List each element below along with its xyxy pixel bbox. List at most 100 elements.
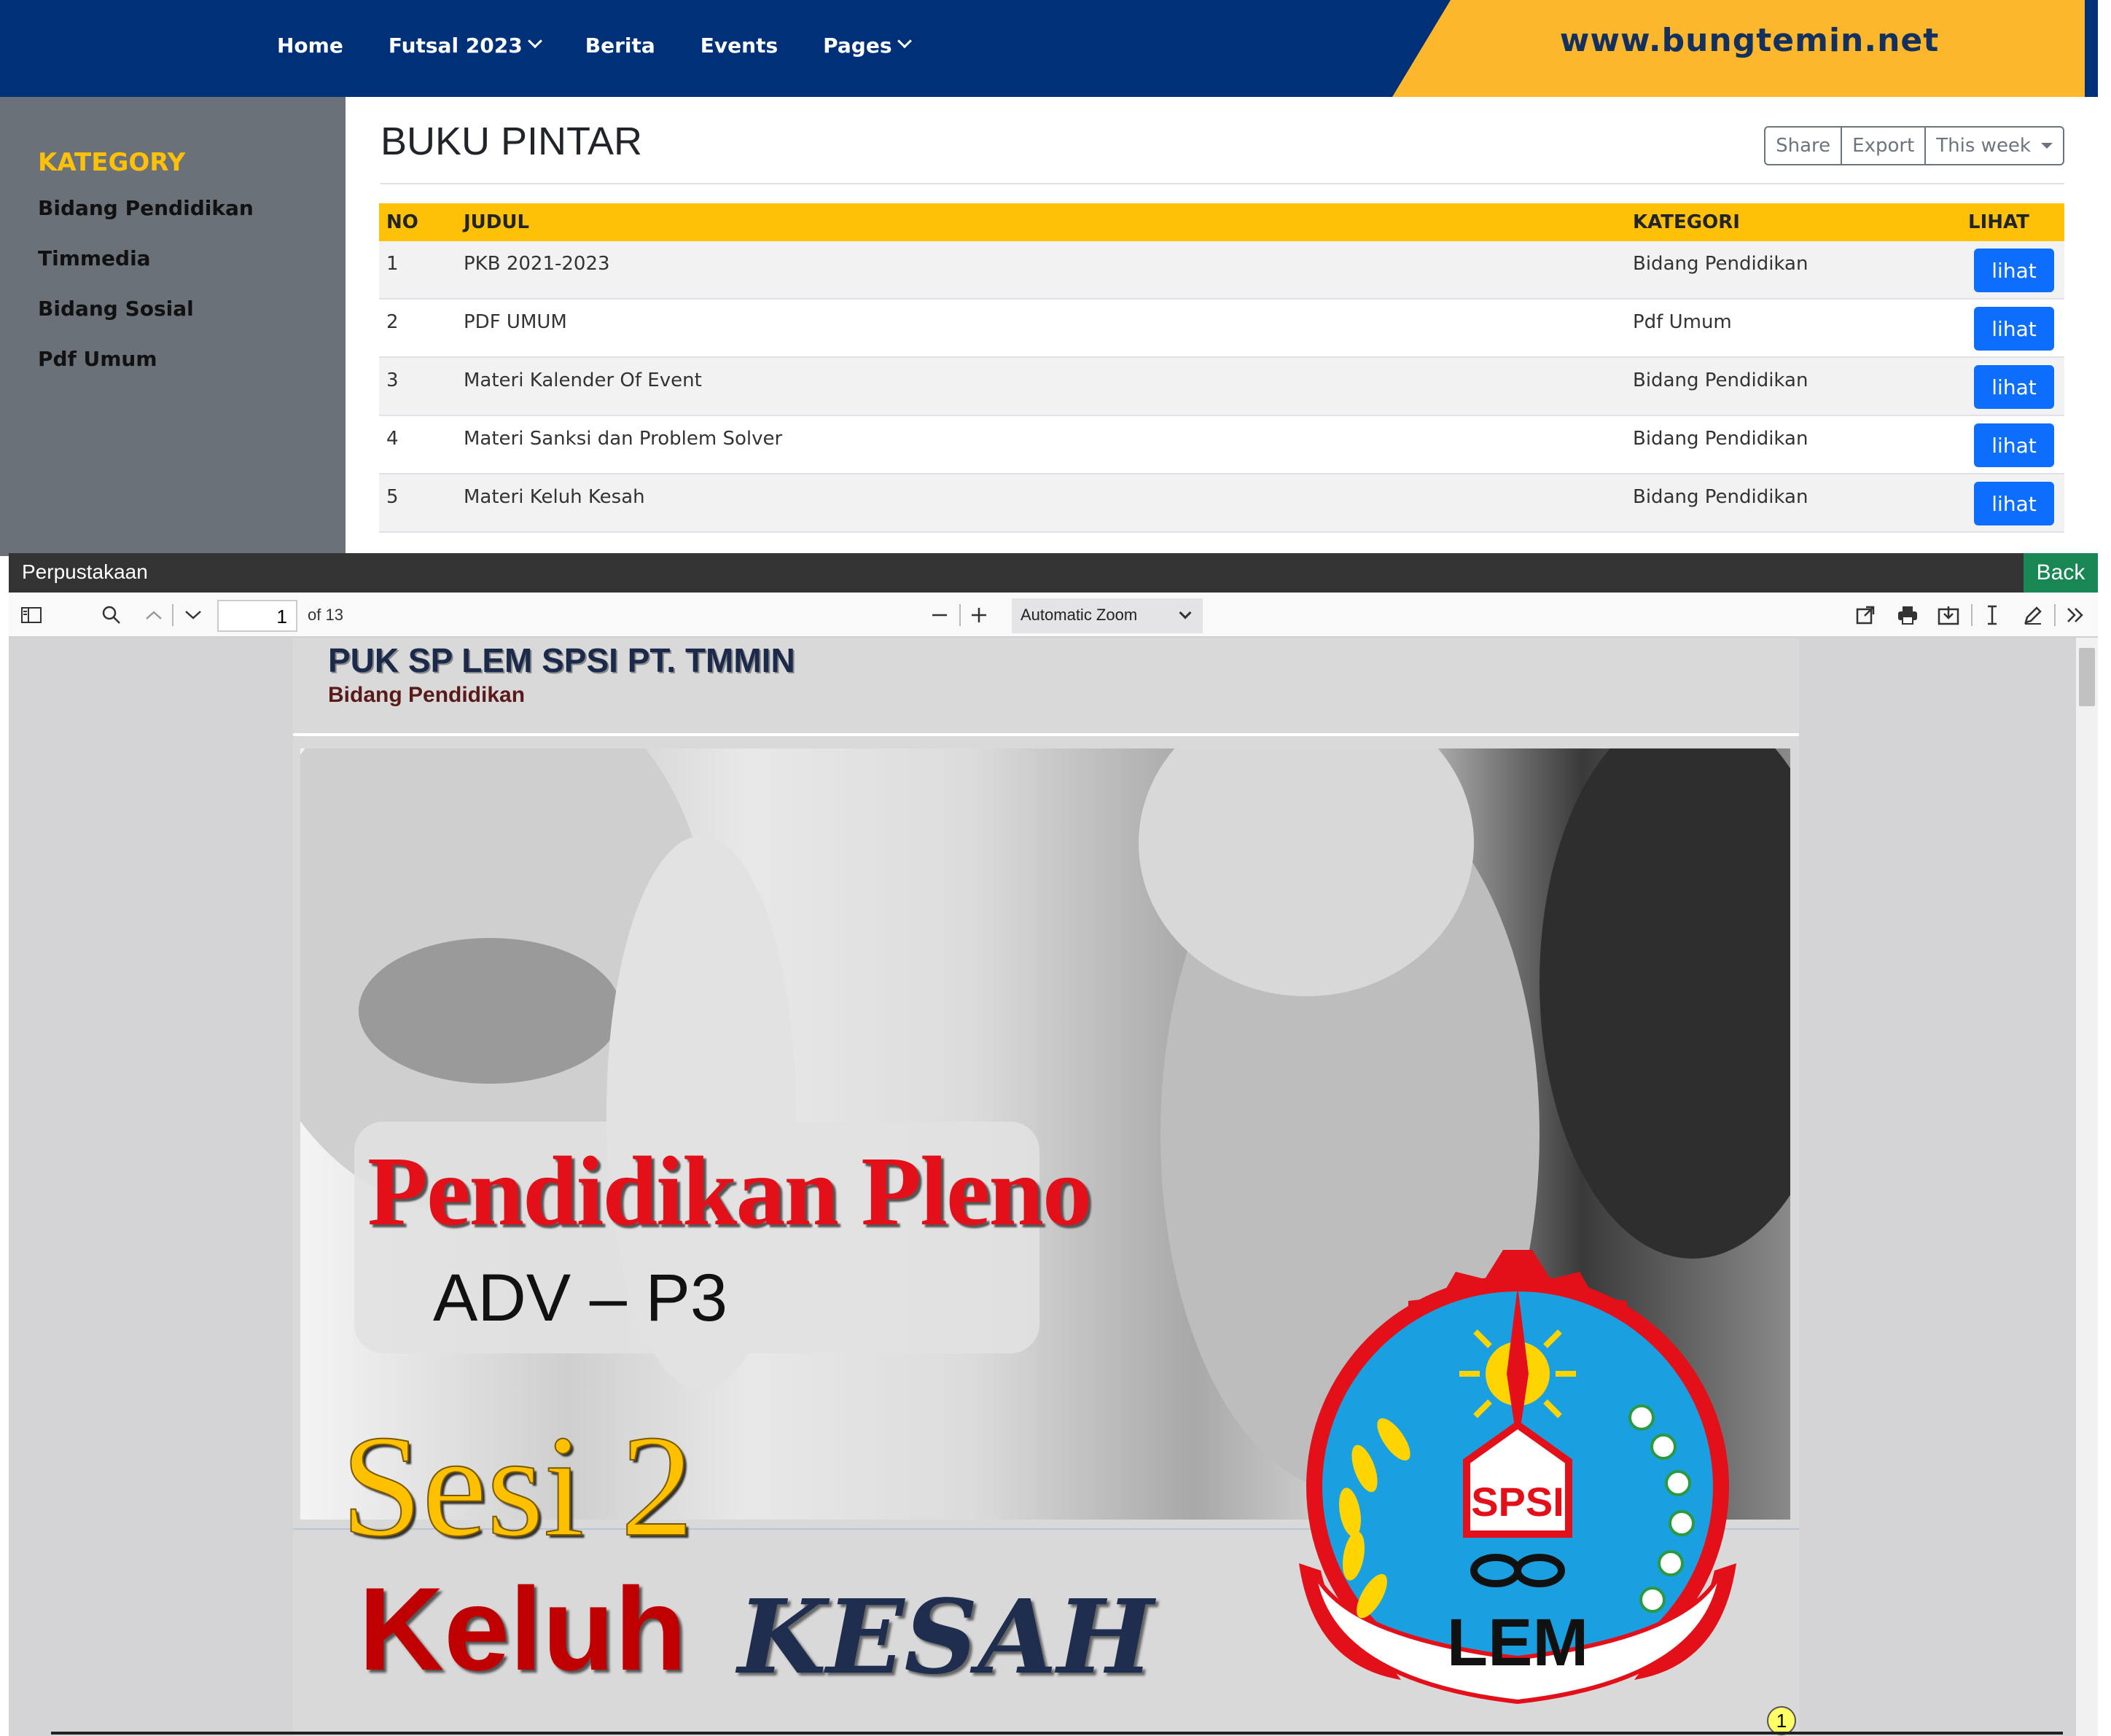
download-icon[interactable] (1936, 603, 1961, 627)
col-kategori: KATEGORI (1633, 211, 1740, 233)
text-select-icon[interactable] (1980, 603, 2005, 627)
zoom-select[interactable]: Automatic Zoom (1012, 598, 1203, 633)
pdf-viewer[interactable]: PUK SP LEM SPSI PT. TMMIN Bidang Pendidi… (9, 638, 2098, 1736)
nav-berita[interactable]: Berita (585, 34, 655, 58)
main-content: BUKU PINTAR Share Export This week NO JU… (346, 97, 2098, 556)
zoom-in-icon[interactable] (967, 603, 991, 627)
bottom-edge-line (51, 1732, 2063, 1735)
nav-pages[interactable]: Pages (823, 33, 912, 58)
search-icon[interactable] (99, 603, 124, 627)
row-judul: Materi Kalender Of Event (464, 370, 702, 391)
brand-banner: www.bungtemin.net (1392, 0, 2085, 97)
col-no: NO (386, 211, 418, 233)
pdf-toolbar: 1 of 13 Automatic Zoom (9, 593, 2098, 638)
pdf-scrollbar[interactable] (2076, 638, 2098, 1736)
table-row: 5 Materi Keluh Kesah Bidang Pendidikan l… (379, 474, 2064, 533)
category-sidebar: KATEGORY Bidang Pendidikan Timmedia Bida… (0, 97, 346, 556)
lihat-button[interactable]: lihat (1974, 307, 2054, 351)
open-file-icon[interactable] (1853, 603, 1878, 627)
chevron-down-icon (1179, 606, 1192, 619)
lihat-button[interactable]: lihat (1974, 365, 2054, 409)
toolbar-button-group: Share Export This week (1764, 126, 2064, 165)
nav-home[interactable]: Home (277, 34, 343, 58)
photo-shape (359, 938, 621, 1084)
nav-futsal-label: Futsal 2023 (388, 33, 523, 58)
row-no: 5 (386, 486, 399, 508)
row-no: 3 (386, 370, 399, 391)
next-page-icon[interactable] (181, 603, 206, 627)
col-judul: JUDUL (464, 211, 530, 233)
cover-session: Sesi 2 (340, 1405, 694, 1568)
row-no: 4 (386, 428, 399, 450)
category-title: KATEGORY (38, 148, 186, 177)
nav-berita-label: Berita (585, 33, 655, 58)
table-row: 4 Materi Sanksi dan Problem Solver Bidan… (379, 416, 2064, 474)
row-no: 1 (386, 253, 399, 275)
more-tools-icon[interactable] (2063, 603, 2088, 627)
caret-down-icon (2041, 143, 2053, 149)
toolbar-separator (172, 604, 173, 626)
document-division: Bidang Pendidikan (328, 683, 526, 707)
pdf-page: PUK SP LEM SPSI PT. TMMIN Bidang Pendidi… (293, 638, 1799, 1736)
lihat-button[interactable]: lihat (1974, 482, 2054, 525)
photo-shape (1540, 748, 1790, 1259)
lihat-button[interactable]: lihat (1974, 423, 2054, 467)
period-label: This week (1936, 135, 2031, 157)
toolbar-separator (1971, 604, 1973, 626)
row-kategori: Bidang Pendidikan (1633, 428, 1808, 450)
sidebar-item-bidang-pendidikan[interactable]: Bidang Pendidikan (38, 196, 254, 220)
share-button[interactable]: Share (1764, 126, 1843, 165)
table-row: 1 PKB 2021-2023 Bidang Pendidikan lihat (379, 241, 2064, 300)
row-kategori: Bidang Pendidikan (1633, 486, 1808, 508)
toolbar-separator (959, 604, 961, 626)
toolbar-separator (2054, 604, 2056, 626)
app-root: Home Futsal 2023 Berita Events Pages www… (0, 0, 2111, 1736)
zoom-out-icon[interactable] (927, 603, 952, 627)
cover-topic-word2: KESAH (738, 1578, 1154, 1697)
table-header: NO JUDUL KATEGORI LIHAT (379, 203, 2064, 241)
site-url[interactable]: www.bungtemin.net (1465, 22, 2034, 59)
viewer-header: Perpustakaan Back (9, 553, 2098, 593)
previous-page-icon[interactable] (141, 603, 166, 627)
nav-events[interactable]: Events (701, 34, 778, 58)
page-title: BUKU PINTAR (381, 120, 643, 163)
book-table: NO JUDUL KATEGORI LIHAT 1 PKB 2021-2023 … (379, 203, 2064, 533)
page-count: of 13 (308, 606, 343, 624)
viewer-title: Perpustakaan (22, 560, 148, 583)
title-divider (381, 183, 2064, 184)
sidebar-toggle-icon[interactable] (19, 603, 44, 627)
top-navbar: Home Futsal 2023 Berita Events Pages www… (0, 0, 2098, 97)
nav-events-label: Events (700, 33, 779, 58)
row-no: 2 (386, 311, 399, 333)
page-number-input[interactable]: 1 (217, 600, 297, 632)
zoom-select-label: Automatic Zoom (1021, 606, 1138, 624)
draw-icon[interactable] (2021, 603, 2045, 627)
row-kategori: Bidang Pendidikan (1633, 253, 1808, 275)
row-judul: Materi Keluh Kesah (464, 486, 645, 508)
nav-futsal-2023[interactable]: Futsal 2023 (388, 33, 542, 58)
row-judul: PDF UMUM (464, 311, 567, 333)
header-rule (293, 733, 1799, 736)
title-card: Pendidikan Pleno ADV – P3 (354, 1122, 1092, 1353)
nav-pages-label: Pages (823, 33, 892, 58)
export-button[interactable]: Export (1841, 126, 1927, 165)
period-dropdown[interactable]: This week (1924, 126, 2064, 165)
row-judul: PKB 2021-2023 (464, 253, 610, 275)
row-kategori: Pdf Umum (1633, 311, 1732, 333)
cover-headline: Pendidikan Pleno (367, 1137, 1092, 1246)
document-org: PUK SP LEM SPSI PT. TMMIN (328, 641, 795, 679)
lihat-button[interactable]: lihat (1974, 249, 2054, 292)
sidebar-item-bidang-sosial[interactable]: Bidang Sosial (38, 297, 194, 321)
logo-text-spsi: SPSI (1471, 1479, 1564, 1525)
scrollbar-thumb[interactable] (2079, 648, 2095, 706)
row-judul: Materi Sanksi dan Problem Solver (464, 428, 783, 450)
print-icon[interactable] (1895, 603, 1920, 627)
col-lihat: LIHAT (1968, 211, 2029, 233)
cover-topic-word1: Keluh (359, 1563, 687, 1695)
sidebar-item-pdf-umum[interactable]: Pdf Umum (38, 347, 157, 371)
main-nav: Home Futsal 2023 Berita Events Pages (277, 0, 955, 90)
row-kategori: Bidang Pendidikan (1633, 370, 1808, 391)
back-button[interactable]: Back (2024, 553, 2098, 593)
sidebar-item-timmedia[interactable]: Timmedia (38, 246, 151, 270)
chevron-down-icon (527, 34, 542, 49)
